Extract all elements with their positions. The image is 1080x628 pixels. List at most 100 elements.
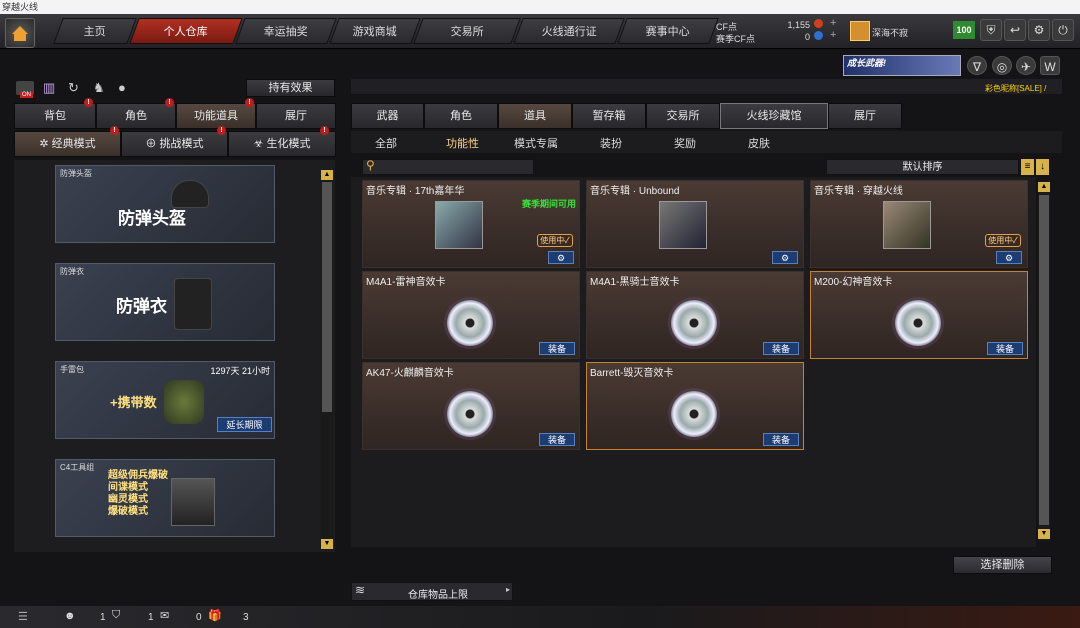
subtab-bag[interactable]: 背包 bbox=[14, 103, 96, 129]
alert-badge: ! bbox=[245, 98, 254, 107]
settings-button[interactable]: ⚙ bbox=[548, 251, 574, 264]
item-card[interactable]: 音乐专辑 · 17th嘉年华 赛季期间可用 使用中✓ ⚙ bbox=[362, 180, 580, 268]
scroll-down-icon[interactable]: ▼ bbox=[1038, 529, 1050, 539]
window-title: 穿越火线 bbox=[0, 0, 1080, 14]
subtab-cosmetic[interactable]: 装扮 bbox=[600, 135, 622, 151]
item-card[interactable]: Barrett-毁灭音效卡 装备 bbox=[586, 362, 804, 450]
sort-order-icon[interactable]: ↓ bbox=[1036, 159, 1049, 175]
scroll-down-icon[interactable]: ▼ bbox=[321, 539, 333, 549]
equip-button[interactable]: 装备 bbox=[763, 433, 799, 446]
capacity-label: 仓库物品上限 bbox=[408, 590, 468, 601]
in-use-badge: 使用中✓ bbox=[985, 234, 1021, 247]
tab-characters[interactable]: 角色 bbox=[424, 103, 498, 129]
level-badge: 100 bbox=[953, 21, 975, 39]
chat-count: 0 bbox=[196, 612, 202, 623]
subtab-reward[interactable]: 奖励 bbox=[674, 135, 696, 151]
home-icon[interactable] bbox=[5, 18, 35, 48]
tab-home[interactable]: 主页 bbox=[53, 18, 137, 44]
mode-classic[interactable]: ✲ 经典模式 bbox=[14, 131, 121, 157]
item-card[interactable]: M4A1-黑骑士音效卡 装备 bbox=[586, 271, 804, 359]
subtab-function-items[interactable]: 功能道具 bbox=[176, 103, 256, 129]
character-icon[interactable]: ♞ bbox=[93, 80, 105, 96]
target-icon[interactable]: ◎ bbox=[992, 56, 1012, 75]
disc-icon bbox=[447, 300, 493, 346]
item-card[interactable]: 音乐专辑 · Unbound ⚙ bbox=[586, 180, 804, 268]
friends-count: 1 bbox=[100, 612, 106, 623]
refresh-icon[interactable]: ↻ bbox=[68, 80, 79, 96]
subtab-character[interactable]: 角色 bbox=[96, 103, 176, 129]
mode-zombie[interactable]: ☣ 生化模式 bbox=[228, 131, 336, 157]
tab-shop[interactable]: 游戏商城 bbox=[329, 18, 421, 44]
subtab-functional[interactable]: 功能性 bbox=[446, 135, 479, 151]
effects-button[interactable]: 持有效果 bbox=[246, 79, 335, 97]
season-note: 赛季期间可用 bbox=[521, 199, 576, 209]
search-icon[interactable]: ⚲ bbox=[366, 158, 375, 172]
tab-events[interactable]: 赛事中心 bbox=[617, 18, 719, 44]
add-season-icon[interactable]: + bbox=[830, 29, 836, 41]
season-cf-label: 赛季CF点 bbox=[716, 34, 755, 44]
item-card[interactable]: M200-幻神音效卡 装备 bbox=[810, 271, 1028, 359]
grenade-icon[interactable]: ● bbox=[118, 80, 126, 95]
clan-icon[interactable]: ⛉ bbox=[112, 609, 120, 622]
tab-lottery[interactable]: 幸运抽奖 bbox=[235, 18, 337, 44]
menu-icon[interactable]: ☰ bbox=[18, 610, 28, 623]
sort-dropdown[interactable]: 默认排序 bbox=[826, 159, 1019, 175]
c4-icon bbox=[171, 478, 215, 526]
subtab-mode[interactable]: 模式专属 bbox=[514, 135, 558, 151]
tab-storage[interactable]: 暂存箱 bbox=[572, 103, 646, 129]
list-view-icon[interactable]: ≡ bbox=[1021, 159, 1034, 175]
bird-icon[interactable]: ✈ bbox=[1016, 56, 1036, 75]
emblem-icon[interactable]: ∇ bbox=[967, 56, 987, 75]
cf-value: 1,155 bbox=[787, 20, 810, 30]
item-card[interactable]: 音乐专辑 · 穿越火线 使用中✓ ⚙ bbox=[810, 180, 1028, 268]
gift-icon[interactable]: 🎁 bbox=[208, 609, 222, 622]
left-scroll-thumb[interactable] bbox=[322, 182, 332, 412]
item-card[interactable]: M4A1-雷神音效卡 装备 bbox=[362, 271, 580, 359]
search-input[interactable] bbox=[362, 159, 534, 175]
scroll-up-icon[interactable]: ▲ bbox=[321, 170, 333, 180]
target-icon: ⊕ bbox=[145, 138, 160, 150]
settings-button[interactable]: ⚙ bbox=[996, 251, 1022, 264]
tab-items[interactable]: 道具 bbox=[498, 103, 572, 129]
add-cf-icon[interactable]: + bbox=[830, 17, 836, 29]
tab-collection[interactable]: 火线珍藏馆 bbox=[720, 103, 828, 129]
promo-banner[interactable]: 成长武器! bbox=[843, 55, 961, 76]
tab-weapons[interactable]: 武器 bbox=[351, 103, 424, 129]
return-icon[interactable]: ↩ bbox=[1004, 19, 1026, 41]
tab-battlepass[interactable]: 火线通行证 bbox=[513, 18, 625, 44]
alert-badge: ! bbox=[84, 98, 93, 107]
shield-icon[interactable]: ⛨ bbox=[980, 19, 1002, 41]
friends-icon[interactable]: ☻ bbox=[64, 610, 76, 622]
disc-icon bbox=[895, 300, 941, 346]
subtab-all[interactable]: 全部 bbox=[375, 135, 397, 151]
alert-badge: ! bbox=[110, 126, 119, 135]
card-grenade-pack[interactable]: 手雷包 1297天 21小时 +携带数 延长期限 bbox=[55, 361, 275, 439]
card-c4-kit[interactable]: C4工具组 超级佣兵爆破 间谍模式 幽灵模式 爆破模式 bbox=[55, 459, 275, 537]
logo-icon[interactable]: W bbox=[1040, 56, 1060, 75]
extend-button[interactable]: 延长期限 bbox=[217, 417, 272, 432]
mode-challenge[interactable]: ⊕ 挑战模式 bbox=[121, 131, 228, 157]
card-armor[interactable]: 防弹衣 防弹衣 bbox=[55, 263, 275, 341]
tab-market[interactable]: 交易所 bbox=[413, 18, 521, 44]
chat-icon[interactable]: ✉ bbox=[160, 609, 169, 622]
equip-button[interactable]: 装备 bbox=[987, 342, 1023, 355]
subtab-skin[interactable]: 皮肤 bbox=[748, 135, 770, 151]
tab-showroom[interactable]: 展厅 bbox=[828, 103, 902, 129]
tab-market[interactable]: 交易所 bbox=[646, 103, 720, 129]
equip-button[interactable]: 装备 bbox=[763, 342, 799, 355]
equip-button[interactable]: 装备 bbox=[539, 433, 575, 446]
stats-icon[interactable]: ▥ bbox=[43, 80, 55, 96]
scroll-up-icon[interactable]: ▲ bbox=[1038, 182, 1050, 192]
right-scroll-thumb[interactable] bbox=[1039, 195, 1049, 525]
tab-warehouse[interactable]: 个人仓库 bbox=[129, 18, 243, 44]
gear-icon[interactable]: ⚙ bbox=[1028, 19, 1050, 41]
power-icon[interactable]: ⏻ bbox=[1052, 19, 1074, 41]
settings-button[interactable]: ⚙ bbox=[772, 251, 798, 264]
delete-select-button[interactable]: 选择删除 bbox=[953, 556, 1052, 574]
avatar[interactable] bbox=[850, 21, 870, 41]
equip-button[interactable]: 装备 bbox=[539, 342, 575, 355]
item-card[interactable]: AK47-火麒麟音效卡 装备 bbox=[362, 362, 580, 450]
armor-icon bbox=[174, 278, 212, 330]
chevron-right-icon[interactable]: ▸ bbox=[506, 585, 510, 594]
card-helmet[interactable]: 防弹头盔 防弹头盔 bbox=[55, 165, 275, 243]
